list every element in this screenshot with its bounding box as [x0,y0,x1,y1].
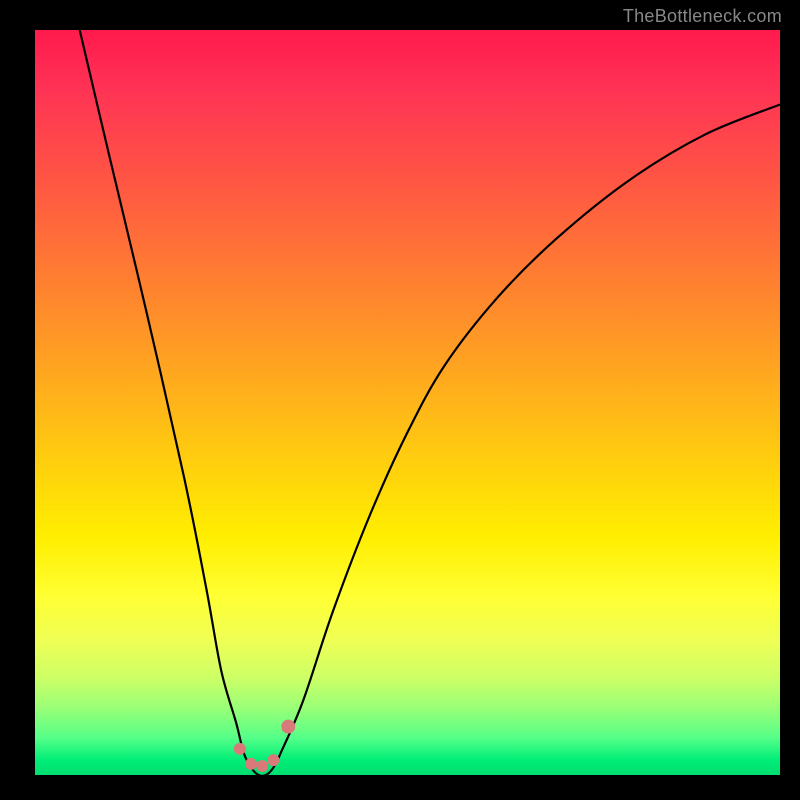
curve-marker [281,720,295,734]
chart-svg [35,30,780,775]
watermark-text: TheBottleneck.com [623,6,782,27]
curve-marker [234,743,246,755]
curve-group [80,30,780,775]
curve-marker [245,758,257,770]
curve-marker [267,754,279,766]
curve-marker [256,760,268,772]
bottleneck-curve [80,30,780,775]
marker-group [234,720,295,772]
